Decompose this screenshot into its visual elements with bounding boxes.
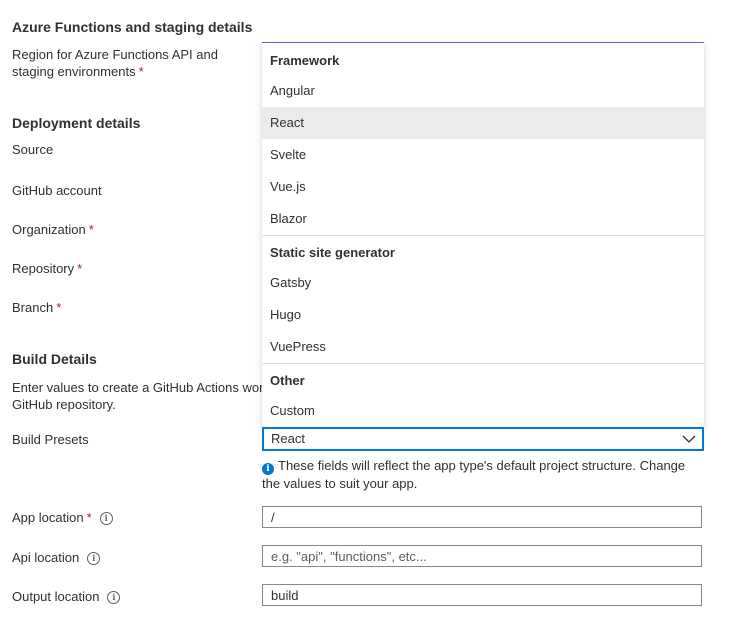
repository-label-text: Repository — [12, 261, 75, 276]
source-label: Source — [12, 142, 54, 157]
info-icon[interactable]: i — [107, 591, 121, 604]
chevron-down-icon — [682, 435, 696, 443]
info-icon[interactable]: i — [87, 552, 101, 565]
build-presets-label: Build Presets — [12, 432, 89, 447]
app-location-label-text: App location — [12, 510, 84, 525]
dropdown-group-header-static-site-generator: Static site generator — [270, 245, 395, 260]
app-location-label: App location * i — [12, 509, 113, 526]
region-label-line2: staging environments — [12, 64, 136, 79]
info-icon[interactable]: i — [99, 512, 113, 525]
required-mark: * — [56, 300, 62, 315]
region-label: Region for Azure Functions API and stagi… — [12, 46, 218, 80]
build-presets-dropdown: Framework Angular React Svelte Vue.js Bl… — [262, 43, 704, 427]
api-location-input[interactable] — [262, 545, 702, 567]
dropdown-divider — [262, 363, 704, 364]
output-location-input[interactable] — [262, 584, 702, 606]
build-presets-note: i These fields will reflect the app type'… — [262, 457, 702, 492]
required-mark: * — [77, 261, 83, 276]
build-description: Enter values to create a GitHub Actions … — [12, 379, 263, 413]
required-mark: * — [138, 64, 144, 79]
required-mark: * — [86, 510, 92, 525]
section-title-azure-functions: Azure Functions and staging details — [12, 19, 253, 35]
build-description-line1: Enter values to create a GitHub Actions … — [12, 380, 264, 395]
dropdown-option-vuejs[interactable]: Vue.js — [262, 171, 704, 203]
dropdown-group-header-framework: Framework — [270, 53, 340, 68]
info-filled-icon: i — [262, 463, 274, 475]
api-location-label: Api location i — [12, 549, 101, 566]
build-description-line2: GitHub repository. — [12, 397, 116, 412]
build-presets-select[interactable]: React — [262, 427, 704, 451]
branch-label-text: Branch — [12, 300, 54, 315]
output-location-label: Output location i — [12, 588, 121, 605]
build-presets-value: React — [271, 431, 305, 446]
dropdown-option-svelte[interactable]: Svelte — [262, 139, 704, 171]
dropdown-option-hugo[interactable]: Hugo — [262, 299, 704, 331]
dropdown-option-vuepress[interactable]: VuePress — [262, 331, 704, 363]
note-text: These fields will reflect the app type's… — [262, 458, 686, 491]
section-title-deployment: Deployment details — [12, 115, 141, 131]
region-label-line1: Region for Azure Functions API and — [12, 47, 218, 62]
dropdown-option-angular[interactable]: Angular — [262, 75, 704, 107]
dropdown-option-react[interactable]: React — [262, 107, 704, 139]
dropdown-divider — [262, 235, 704, 236]
dropdown-group-header-other: Other — [270, 373, 305, 388]
repository-label: Repository * — [12, 260, 82, 277]
dropdown-option-custom[interactable]: Custom — [262, 395, 704, 427]
section-title-build: Build Details — [12, 351, 97, 367]
dropdown-option-blazor[interactable]: Blazor — [262, 203, 704, 235]
output-location-label-text: Output location — [12, 589, 100, 604]
organization-label: Organization * — [12, 221, 94, 238]
organization-label-text: Organization — [12, 222, 86, 237]
required-mark: * — [88, 222, 94, 237]
github-account-label: GitHub account — [12, 183, 102, 198]
app-location-input[interactable] — [262, 506, 702, 528]
dropdown-option-gatsby[interactable]: Gatsby — [262, 267, 704, 299]
api-location-label-text: Api location — [12, 550, 80, 565]
branch-label: Branch * — [12, 299, 61, 316]
